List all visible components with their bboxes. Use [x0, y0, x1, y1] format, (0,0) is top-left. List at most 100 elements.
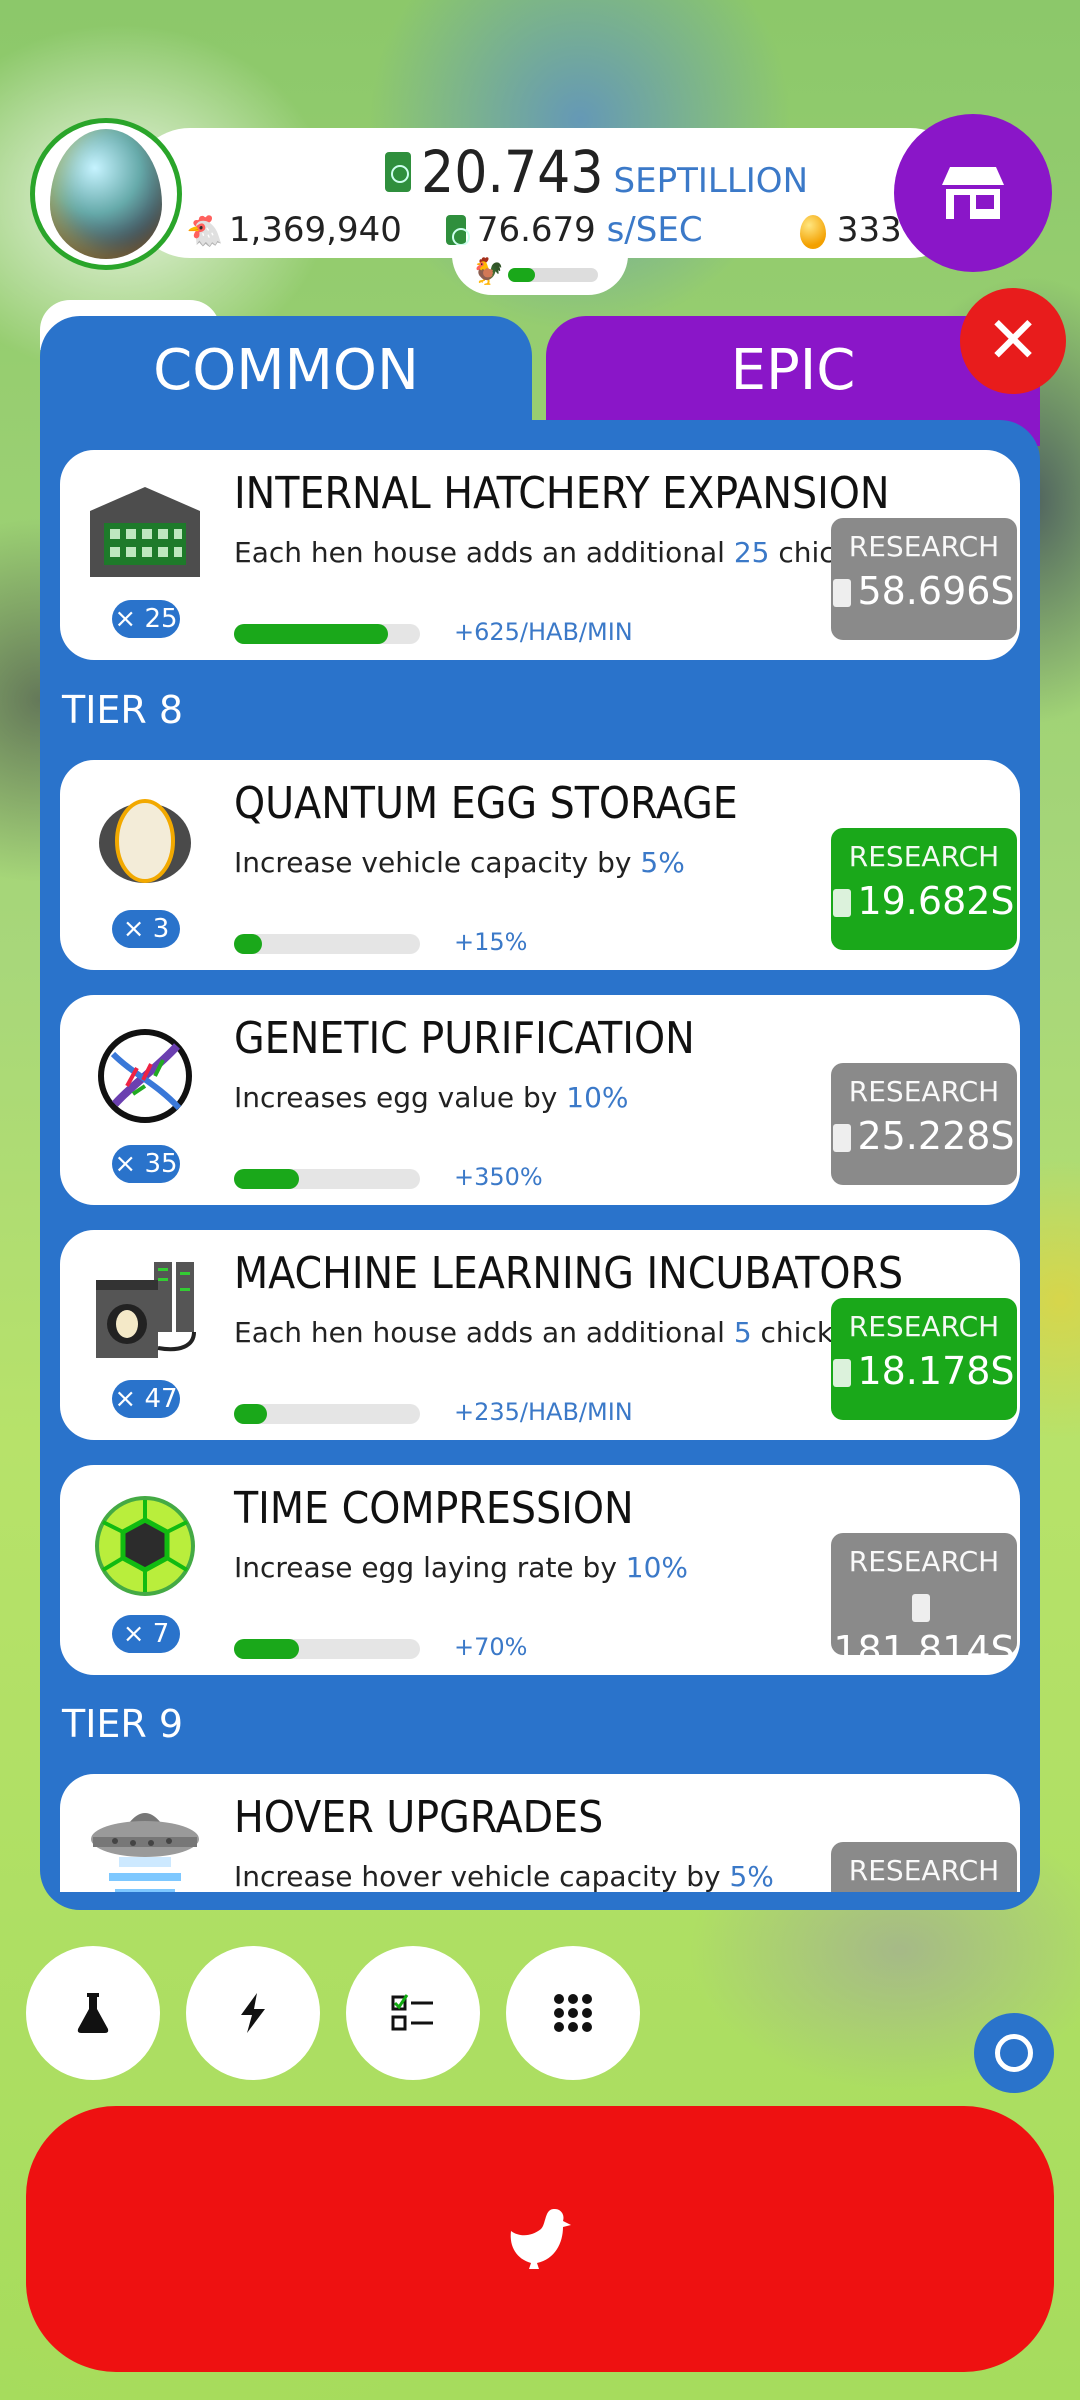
cash-icon: [912, 1594, 930, 1622]
shop-icon: [942, 167, 1004, 219]
research-description: Increases egg value by 10%: [234, 1081, 629, 1114]
cash-icon: [833, 1124, 852, 1152]
tab-common[interactable]: COMMON: [40, 316, 532, 436]
hab-progress-tab[interactable]: 🐓: [452, 245, 628, 295]
research-bonus: +350%: [454, 1163, 543, 1191]
research-list[interactable]: × 25 INTERNAL HATCHERY EXPANSION Each he…: [40, 420, 1040, 1892]
research-button[interactable]: RESEARCH 19.682S: [831, 828, 1017, 950]
boosts-button[interactable]: [186, 1946, 320, 2080]
level-badge: × 35: [112, 1145, 180, 1183]
flask-icon: [77, 1993, 109, 2033]
earning-rate: 76.679 s/SEC: [446, 210, 703, 250]
money-display: 20.743 SEPTILLION: [385, 138, 808, 206]
research-button-label: RESEARCH: [848, 1075, 1000, 1108]
research-panel: × 25 INTERNAL HATCHERY EXPANSION Each he…: [40, 420, 1040, 1910]
chicken-count: 🐔 1,369,940: [186, 210, 402, 250]
incubator-icon: [84, 1258, 206, 1364]
research-progress-bar: [234, 934, 420, 954]
research-description: Increase hover vehicle capacity by 5%: [234, 1860, 774, 1892]
hen-silhouette-icon: 🐓: [472, 257, 505, 287]
research-button[interactable]: RESEARCH 58.696S: [831, 518, 1017, 640]
research-cost: 19.682S: [831, 879, 1017, 923]
earn-rate-unit: s/SEC: [606, 210, 703, 250]
research-cost: 58.696S: [831, 569, 1017, 613]
research-progress-bar: [234, 1639, 420, 1659]
research-title: QUANTUM EGG STORAGE: [234, 778, 738, 829]
ring-icon: [995, 2034, 1033, 2072]
research-cost: 181.814S: [831, 1584, 1017, 1672]
current-egg-avatar[interactable]: [30, 118, 182, 270]
earn-rate-value: 76.679: [476, 210, 596, 250]
dna-icon: [84, 1023, 206, 1129]
cash-icon: [385, 152, 411, 192]
research-progress-bar: [234, 1169, 420, 1189]
research-button-label: RESEARCH: [848, 1545, 1000, 1578]
close-button[interactable]: ✕: [960, 288, 1066, 394]
research-bonus: +235/HAB/MIN: [454, 1398, 633, 1426]
level-badge: × 3: [112, 910, 180, 948]
research-card: × 25 INTERNAL HATCHERY EXPANSION Each he…: [60, 450, 1020, 660]
egg-icon: [50, 129, 162, 259]
hab-progress-bar: [508, 268, 598, 282]
research-bonus: +70%: [454, 1633, 528, 1661]
research-cost: 18.178S: [831, 1349, 1017, 1393]
cash-icon: [833, 889, 852, 917]
research-card: HOVER UPGRADES Increase hover vehicle ca…: [60, 1774, 1020, 1892]
research-button-label: RESEARCH: [848, 1854, 1000, 1887]
tab-common-label: COMMON: [153, 338, 419, 403]
cash-icon: [833, 1359, 852, 1387]
research-title: HOVER UPGRADES: [234, 1792, 604, 1843]
research-button-label: RESEARCH: [848, 840, 1000, 873]
research-button[interactable]: RESEARCH 181.814S: [831, 1533, 1017, 1672]
hatch-chicken-button[interactable]: [26, 2106, 1054, 2372]
lightning-icon: [241, 1993, 265, 2033]
grid-icon: [554, 1994, 592, 2032]
checklist-icon: [391, 1994, 433, 2031]
research-card: × 7 TIME COMPRESSION Increase egg laying…: [60, 1465, 1020, 1675]
research-card: × 47 MACHINE LEARNING INCUBATORS Each he…: [60, 1230, 1020, 1440]
menu-button[interactable]: [506, 1946, 640, 2080]
research-title: GENETIC PURIFICATION: [234, 1013, 695, 1064]
chicken-count-value: 1,369,940: [228, 210, 402, 250]
research-progress-bar: [234, 624, 420, 644]
research-card: × 3 QUANTUM EGG STORAGE Increase vehicle…: [60, 760, 1020, 970]
level-badge: × 47: [112, 1380, 180, 1418]
camera-toggle-button[interactable]: [974, 2013, 1054, 2093]
time-sphere-icon: [84, 1493, 206, 1599]
research-title: MACHINE LEARNING INCUBATORS: [234, 1248, 904, 1299]
money-unit: SEPTILLION: [613, 161, 809, 201]
research-description: Increase vehicle capacity by 5%: [234, 846, 685, 879]
missions-button[interactable]: [346, 1946, 480, 2080]
level-badge: × 7: [112, 1615, 180, 1653]
research-button-label: RESEARCH: [848, 530, 1000, 563]
research-button-label: RESEARCH: [848, 1310, 1000, 1343]
golden-egg-value: 333: [836, 210, 902, 250]
research-cost: 25.228S: [831, 1114, 1017, 1158]
golden-egg-icon: [800, 214, 826, 249]
money-amount: 20.743: [421, 138, 604, 206]
research-bonus: +15%: [454, 928, 528, 956]
research-bonus: +625/HAB/MIN: [454, 618, 633, 646]
quantum-egg-icon: [84, 788, 206, 894]
research-title: INTERNAL HATCHERY EXPANSION: [234, 468, 890, 519]
level-badge: × 25: [112, 600, 180, 638]
hover-vehicle-icon: [84, 1802, 206, 1892]
tab-epic-label: EPIC: [730, 338, 856, 403]
chicken-icon: 🐔: [186, 214, 224, 249]
research-button[interactable]: RESEARCH 25.228S: [831, 1063, 1017, 1185]
research-card: × 35 GENETIC PURIFICATION Increases egg …: [60, 995, 1020, 1205]
tier-heading: TIER 9: [62, 1702, 184, 1746]
chicken-icon: [510, 2209, 571, 2269]
research-description: Increase egg laying rate by 10%: [234, 1551, 689, 1584]
shop-button[interactable]: [894, 114, 1052, 272]
tier-heading: TIER 8: [62, 688, 184, 732]
research-button[interactable]: RESEARCH: [831, 1842, 1017, 1892]
research-title: TIME COMPRESSION: [234, 1483, 634, 1534]
research-lab-button[interactable]: [26, 1946, 160, 2080]
research-progress-bar: [234, 1404, 420, 1424]
research-button[interactable]: RESEARCH 18.178S: [831, 1298, 1017, 1420]
golden-egg-count: 333: [800, 210, 902, 250]
hen-house-icon: [84, 478, 206, 584]
cash-icon: [833, 579, 852, 607]
close-icon: ✕: [986, 304, 1040, 378]
